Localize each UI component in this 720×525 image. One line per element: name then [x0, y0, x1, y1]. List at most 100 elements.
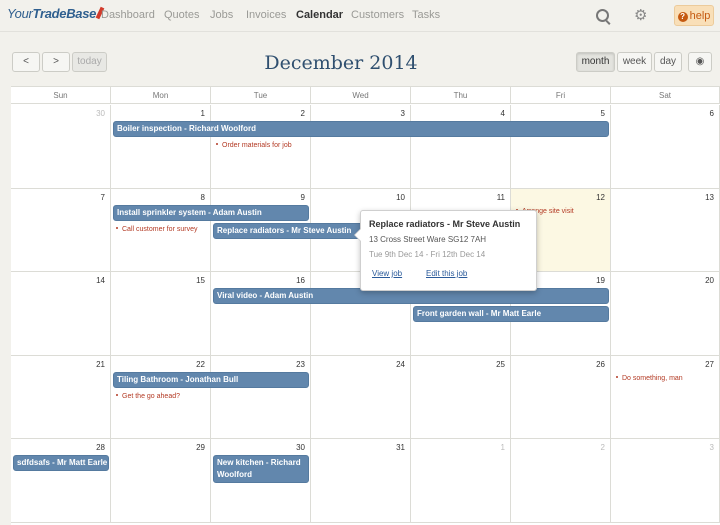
popover-address: 13 Cross Street Ware SG12 7AH: [369, 235, 487, 244]
day-cell[interactable]: 2: [511, 439, 611, 523]
day-cell[interactable]: 14: [11, 272, 111, 356]
day-number: 27: [705, 359, 714, 369]
day-cell[interactable]: 27: [611, 355, 720, 439]
popover-dates: Tue 9th Dec 14 - Fri 12th Dec 14: [369, 250, 486, 259]
next-month-button[interactable]: >: [42, 52, 70, 72]
day-cell[interactable]: 28: [11, 439, 111, 523]
eye-icon: ◉: [695, 56, 705, 67]
day-number: 21: [96, 359, 105, 369]
weekday-header: Tue: [211, 87, 311, 104]
app-logo[interactable]: YourTradeBase: [7, 6, 105, 21]
calendar-event[interactable]: Front garden wall - Mr Matt Earle: [413, 306, 609, 322]
calendar-task[interactable]: Order materials for job: [216, 142, 292, 149]
day-cell[interactable]: 7: [11, 188, 111, 272]
chevron-left-icon: <: [23, 56, 29, 67]
day-cell[interactable]: 31: [311, 439, 411, 523]
day-number: 22: [196, 359, 205, 369]
day-cell[interactable]: 3: [311, 105, 411, 189]
nav-customers[interactable]: Customers: [351, 9, 404, 21]
weekday-header: Wed: [311, 87, 411, 104]
day-number: 9: [300, 192, 305, 202]
nav-calendar[interactable]: Calendar: [296, 9, 343, 21]
view-month-button[interactable]: month: [576, 52, 615, 72]
view-job-link[interactable]: View job: [372, 269, 402, 278]
task-bullet-icon: [616, 375, 618, 378]
calendar-task[interactable]: Do something, man: [616, 375, 683, 382]
day-number: 19: [596, 276, 605, 285]
day-cell[interactable]: 3: [611, 439, 720, 523]
task-label: Get the go ahead?: [122, 392, 180, 400]
day-number: 31: [396, 443, 405, 452]
day-cell[interactable]: 4: [411, 105, 511, 189]
day-cell[interactable]: 24: [311, 355, 411, 439]
day-number: 5: [600, 109, 605, 118]
calendar-title: December 2014: [264, 52, 418, 74]
day-cell[interactable]: 15: [111, 272, 211, 356]
day-number: 11: [496, 192, 505, 202]
day-number: 2: [600, 443, 605, 452]
task-label: Do something, man: [622, 374, 683, 382]
day-number: 7: [100, 192, 105, 202]
day-cell[interactable]: 30: [11, 105, 111, 189]
calendar-event[interactable]: Install sprinkler system - Adam Austin: [113, 204, 309, 221]
day-cell[interactable]: 16: [211, 272, 311, 356]
day-cell[interactable]: 6: [611, 105, 720, 189]
day-cell[interactable]: 23: [211, 355, 311, 439]
settings-gear-icon[interactable]: ⚙: [634, 6, 647, 24]
popover-arrow: [354, 228, 361, 242]
calendar-event[interactable]: Tiling Bathroom - Jonathan Bull: [113, 371, 309, 388]
day-number: 30: [96, 109, 105, 118]
day-number: 6: [709, 109, 714, 118]
help-question-icon: ?: [677, 12, 688, 22]
day-cell[interactable]: 26: [511, 355, 611, 439]
task-bullet-icon: [116, 226, 118, 229]
event-popover: Replace radiators - Mr Steve Austin 13 C…: [354, 210, 537, 291]
today-button[interactable]: today: [72, 52, 107, 72]
calendar-event[interactable]: sdfdsafs - Mr Matt Earle: [13, 455, 109, 471]
task-label: Order materials for job: [222, 142, 292, 149]
nav-quotes[interactable]: Quotes: [164, 9, 199, 21]
weekday-header: Fri: [511, 87, 611, 104]
day-number: 20: [705, 276, 714, 285]
search-icon[interactable]: [596, 9, 609, 22]
day-cell[interactable]: 1: [111, 105, 211, 189]
month-calendar-grid: Sun Mon Tue Wed Thu Fri Sat 30 1 2 3 4 5 6 7 8 9 10 11 12 13…: [11, 86, 720, 525]
day-cell[interactable]: 25: [411, 355, 511, 439]
day-cell[interactable]: 29: [111, 439, 211, 523]
nav-tasks[interactable]: Tasks: [412, 9, 440, 21]
day-cell[interactable]: 13: [611, 188, 720, 272]
help-button[interactable]: ? help: [674, 5, 714, 26]
day-cell[interactable]: 20: [611, 272, 720, 356]
task-bullet-icon: [116, 393, 118, 396]
prev-month-button[interactable]: <: [12, 52, 40, 72]
day-number: 25: [496, 359, 505, 369]
day-number: 24: [396, 359, 405, 369]
day-number: 16: [296, 276, 305, 285]
nav-dashboard[interactable]: Dashboard: [101, 9, 155, 21]
calendar-event[interactable]: New kitchen - Richard Woolford: [213, 455, 309, 483]
calendar-task[interactable]: Call customer for survey: [116, 226, 197, 233]
task-bullet-icon: [216, 143, 218, 145]
calendar-task[interactable]: Get the go ahead?: [116, 393, 180, 400]
visibility-toggle-button[interactable]: ◉: [688, 52, 712, 72]
edit-job-link[interactable]: Edit this job: [426, 269, 467, 278]
view-day-button[interactable]: day: [654, 52, 682, 72]
day-cell[interactable]: 1: [411, 439, 511, 523]
view-week-button[interactable]: week: [617, 52, 652, 72]
day-number: 8: [200, 192, 205, 202]
day-number: 3: [709, 443, 714, 452]
day-number: 12: [596, 192, 605, 202]
nav-jobs[interactable]: Jobs: [210, 9, 233, 21]
day-number: 26: [596, 359, 605, 369]
day-number: 1: [500, 443, 505, 452]
calendar-event[interactable]: Boiler inspection - Richard Woolford: [113, 121, 609, 137]
day-cell[interactable]: 21: [11, 355, 111, 439]
weekday-header: Sun: [11, 87, 111, 104]
chevron-right-icon: >: [53, 56, 59, 67]
day-cell[interactable]: 5: [511, 105, 611, 189]
top-navigation-bar: YourTradeBase Dashboard Quotes Jobs Invo…: [0, 0, 720, 32]
day-number: 29: [196, 443, 205, 452]
weekday-header: Mon: [111, 87, 211, 104]
day-number: 23: [296, 359, 305, 369]
nav-invoices[interactable]: Invoices: [246, 9, 286, 21]
